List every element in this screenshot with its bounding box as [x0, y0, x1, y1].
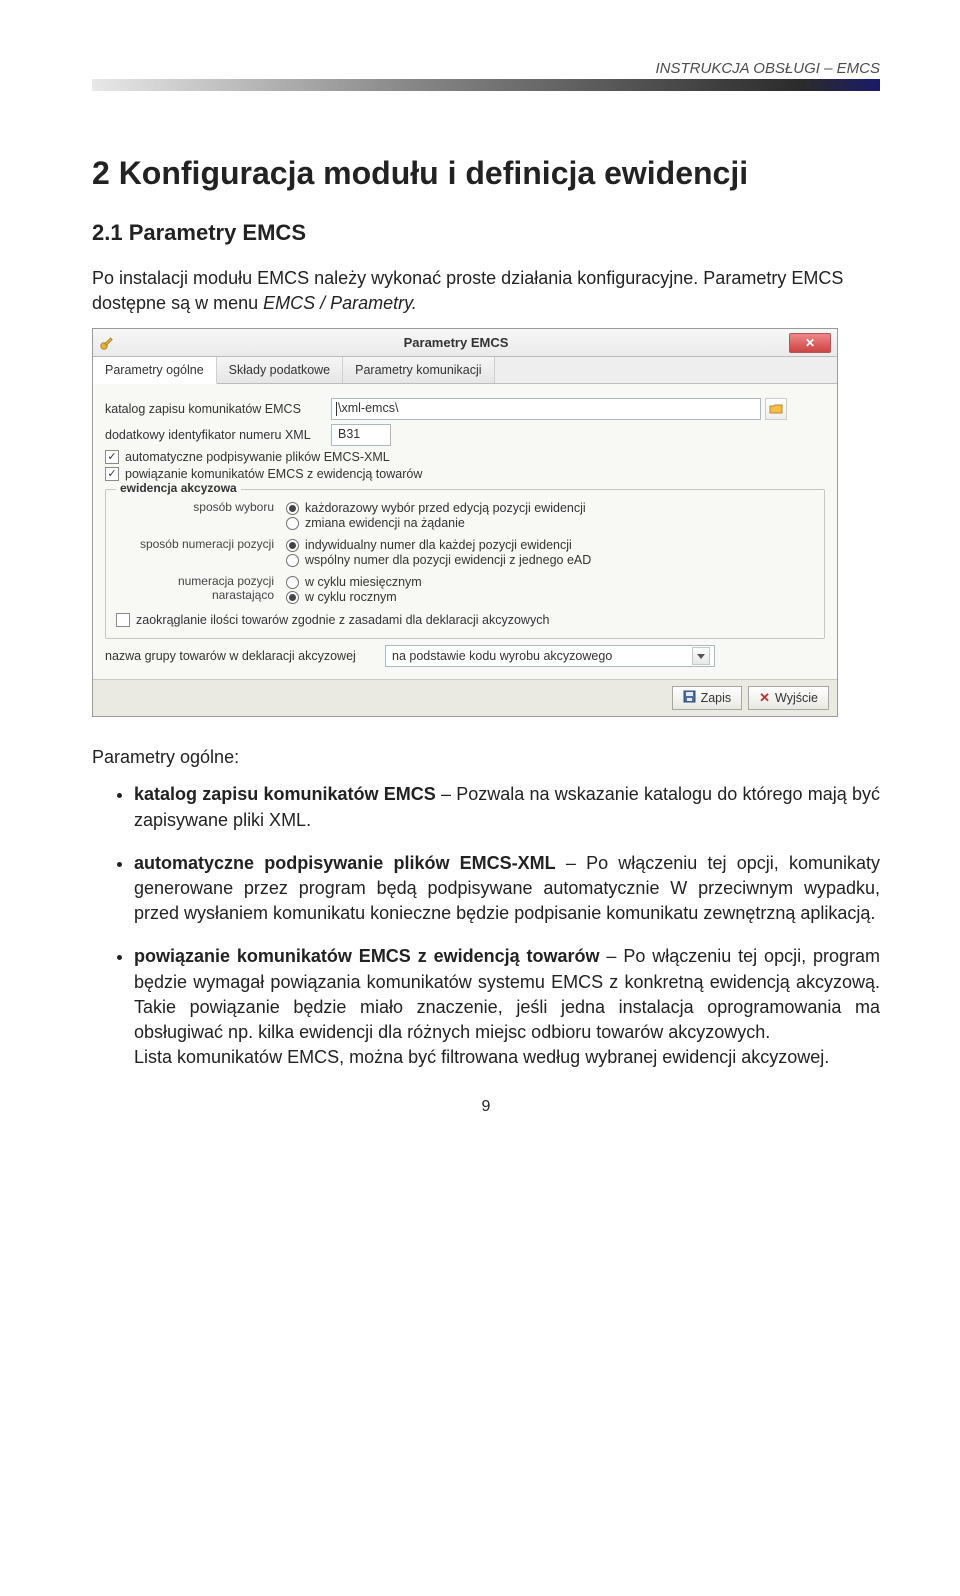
page-number: 9: [92, 1098, 880, 1116]
subsection-title: 2.1 Parametry EMCS: [92, 220, 880, 246]
radio-icon: [286, 517, 299, 530]
radio-icon: [286, 554, 299, 567]
auto-sign-label: automatyczne podpisywanie plików EMCS-XM…: [125, 450, 390, 464]
rounding-label: zaokrąglanie ilości towarów zgodnie z za…: [136, 613, 549, 627]
save-icon: [683, 690, 696, 706]
selection-method-opt1[interactable]: każdorazowy wybór przed edycją pozycji e…: [286, 501, 814, 515]
key-icon: [99, 335, 115, 351]
bullet-auto-sign: automatyczne podpisywanie plików EMCS-XM…: [134, 851, 880, 927]
bullet-term: katalog zapisu komunikatów EMCS: [134, 784, 436, 804]
numbering-method-label: sposób numeracji pozycji: [116, 537, 286, 551]
opt-text: zmiana ewidencji na żądanie: [305, 516, 465, 530]
xml-id-label: dodatkowy identyfikator numeru XML: [105, 428, 331, 442]
auto-sign-checkbox[interactable]: automatyczne podpisywanie plików EMCS-XM…: [105, 450, 825, 464]
dialog-titlebar: Parametry EMCS ✕: [93, 329, 837, 357]
numbering-cycle-opt1[interactable]: w cyklu miesięcznym: [286, 575, 814, 589]
parameters-dialog: Parametry EMCS ✕ Parametry ogólne Składy…: [92, 328, 838, 717]
xml-id-input[interactable]: B31: [331, 424, 391, 446]
section-title: 2 Konfiguracja modułu i definicja ewiden…: [92, 155, 880, 192]
bullet-link-records: powiązanie komunikatów EMCS z ewidencją …: [134, 944, 880, 1070]
group-name-combo[interactable]: na podstawie kodu wyrobu akcyzowego: [385, 645, 715, 667]
numbering-cycle-opt2[interactable]: w cyklu rocznym: [286, 590, 814, 604]
link-records-label: powiązanie komunikatów EMCS z ewidencją …: [125, 467, 422, 481]
opt-text: indywidualny numer dla każdej pozycji ew…: [305, 538, 572, 552]
bullet-term: powiązanie komunikatów EMCS z ewidencją …: [134, 946, 600, 966]
rounding-checkbox[interactable]: zaokrąglanie ilości towarów zgodnie z za…: [116, 613, 814, 627]
combo-value: na podstawie kodu wyrobu akcyzowego: [392, 649, 692, 663]
opt-text: każdorazowy wybór przed edycją pozycji e…: [305, 501, 586, 515]
opt-text: wspólny numer dla pozycji ewidencji z je…: [305, 553, 591, 567]
excise-fieldset: ewidencja akcyzowa sposób wyboru każdora…: [105, 489, 825, 639]
save-button[interactable]: Zapis: [672, 686, 743, 710]
close-icon: ✕: [759, 690, 770, 706]
bullet-tail: Lista komunikatów EMCS, można być filtro…: [134, 1047, 829, 1067]
dialog-panel: katalog zapisu komunikatów EMCS \xml-emc…: [93, 384, 837, 679]
emcs-save-path-label: katalog zapisu komunikatów EMCS: [105, 402, 331, 416]
checkbox-icon: [116, 613, 130, 627]
tab-communication[interactable]: Parametry komunikacji: [343, 357, 494, 383]
tab-warehouses[interactable]: Składy podatkowe: [217, 357, 343, 383]
opt-text: w cyklu miesięcznym: [305, 575, 422, 589]
link-records-checkbox[interactable]: powiązanie komunikatów EMCS z ewidencją …: [105, 467, 825, 481]
params-bullet-list: katalog zapisu komunikatów EMCS – Pozwal…: [92, 782, 880, 1070]
close-button[interactable]: ✕: [789, 333, 831, 353]
radio-icon: [286, 591, 299, 604]
exit-button-label: Wyjście: [775, 691, 818, 705]
radio-icon: [286, 576, 299, 589]
page-header: INSTRUKCJA OBSŁUGI – EMCS: [92, 60, 880, 77]
save-button-label: Zapis: [701, 691, 732, 705]
tab-general[interactable]: Parametry ogólne: [93, 357, 217, 384]
selection-method-opt2[interactable]: zmiana ewidencji na żądanie: [286, 516, 814, 530]
header-rule: [92, 79, 880, 91]
fieldset-legend: ewidencja akcyzowa: [116, 481, 241, 495]
bullet-term: automatyczne podpisywanie plików EMCS-XM…: [134, 853, 556, 873]
radio-icon: [286, 502, 299, 515]
checkbox-icon: [105, 450, 119, 464]
checkbox-icon: [105, 467, 119, 481]
radio-icon: [286, 539, 299, 552]
numbering-method-opt2[interactable]: wspólny numer dla pozycji ewidencji z je…: [286, 553, 814, 567]
dialog-footer: Zapis ✕ Wyjście: [93, 679, 837, 716]
dialog-title-text: Parametry EMCS: [123, 335, 789, 350]
chevron-down-icon: [692, 647, 710, 665]
intro-text: Po instalacji modułu EMCS należy wykonać…: [92, 268, 843, 313]
browse-folder-button[interactable]: [765, 398, 787, 420]
group-name-label: nazwa grupy towarów w deklaracji akcyzow…: [105, 649, 385, 663]
bullet-save-path: katalog zapisu komunikatów EMCS – Pozwal…: [134, 782, 880, 832]
numbering-cycle-label: numeracja pozycji narastająco: [116, 574, 286, 602]
intro-menu-path: EMCS / Parametry.: [263, 293, 417, 313]
params-general-heading-text: Parametry ogólne:: [92, 747, 239, 767]
numbering-method-opt1[interactable]: indywidualny numer dla każdej pozycji ew…: [286, 538, 814, 552]
opt-text: w cyklu rocznym: [305, 590, 397, 604]
params-general-heading: Parametry ogólne:: [92, 747, 880, 768]
emcs-save-path-input[interactable]: \xml-emcs\: [331, 398, 761, 420]
dialog-tabs: Parametry ogólne Składy podatkowe Parame…: [93, 357, 837, 384]
exit-button[interactable]: ✕ Wyjście: [748, 686, 829, 710]
intro-paragraph: Po instalacji modułu EMCS należy wykonać…: [92, 266, 880, 316]
selection-method-label: sposób wyboru: [116, 500, 286, 514]
